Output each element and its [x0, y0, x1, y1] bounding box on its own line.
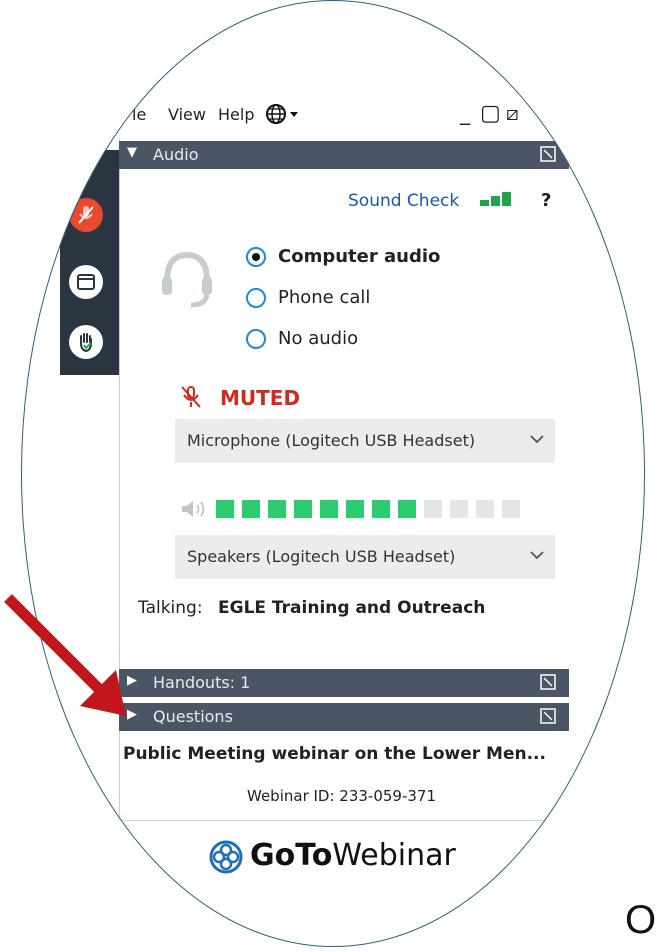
collapse-triangle-icon: ▼ — [127, 145, 137, 160]
no-audio-radio[interactable] — [246, 329, 266, 349]
divider — [119, 820, 569, 821]
talking-label: Talking: — [138, 598, 203, 618]
menu-view[interactable]: View — [168, 105, 206, 124]
audio-section-header[interactable]: ▼ Audio — [119, 141, 569, 169]
oval-frame: le View Help _ ▢ ⧄ ✕ ▼ Audio Sound Check… — [21, 0, 645, 947]
brand-bold: GoTo — [250, 838, 333, 873]
help-button[interactable]: ? — [541, 190, 551, 211]
level-segment — [242, 500, 260, 518]
speaker-volume-icon — [182, 501, 205, 517]
screen-viewer-button[interactable] — [69, 265, 103, 299]
hand-icon — [80, 333, 92, 353]
gotowebinar-wordmark: GoToWebinar — [250, 838, 456, 873]
phone-call-radio[interactable] — [246, 288, 266, 308]
computer-audio-label[interactable]: Computer audio — [278, 246, 440, 267]
raise-hand-button[interactable] — [69, 325, 103, 359]
globe-icon — [266, 104, 298, 124]
talking-name: EGLE Training and Outreach — [218, 598, 486, 618]
level-segment — [398, 500, 416, 518]
phone-call-label[interactable]: Phone call — [278, 287, 370, 308]
sound-check-link[interactable]: Sound Check — [348, 191, 459, 211]
popout-icon[interactable] — [540, 674, 556, 690]
microphone-muted-icon — [78, 206, 94, 224]
speakers-select-value: Speakers (Logitech USB Headset) — [187, 547, 456, 566]
menu-help[interactable]: Help — [218, 105, 254, 124]
level-segment — [502, 500, 520, 518]
menu-file[interactable]: le — [132, 105, 146, 124]
microphone-select[interactable]: Microphone (Logitech USB Headset) — [175, 419, 555, 463]
language-globe-button[interactable] — [265, 103, 301, 130]
speakers-select[interactable]: Speakers (Logitech USB Headset) — [175, 535, 555, 579]
microphone-muted-icon — [181, 386, 201, 408]
level-segment — [424, 500, 442, 518]
questions-section-header[interactable]: ▶ Questions — [119, 703, 569, 731]
level-segment — [320, 500, 338, 518]
chevron-down-icon — [530, 435, 544, 444]
questions-section-label: Questions — [153, 707, 233, 726]
window-icon — [77, 274, 95, 290]
popout-icon[interactable] — [540, 146, 556, 162]
handouts-section-label: Handouts: 1 — [153, 673, 251, 692]
microphone-select-value: Microphone (Logitech USB Headset) — [187, 431, 476, 450]
level-segment — [450, 500, 468, 518]
level-segment — [216, 500, 234, 518]
level-segment — [268, 500, 286, 518]
no-audio-label[interactable]: No audio — [278, 328, 358, 349]
webinar-id: Webinar ID: 233-059-371 — [247, 787, 437, 805]
audio-section-label: Audio — [153, 145, 199, 164]
popout-button[interactable]: ⧄ — [506, 101, 519, 125]
level-segment — [294, 500, 312, 518]
red-arrow-annotation — [4, 594, 126, 716]
close-button[interactable]: ✕ — [536, 101, 553, 125]
handouts-section-header[interactable]: ▶ Handouts: 1 — [119, 669, 569, 697]
maximize-button[interactable]: ▢ — [480, 101, 501, 126]
level-segment — [346, 500, 364, 518]
level-segment — [372, 500, 390, 518]
headset-icon — [162, 251, 212, 308]
brand-light: Webinar — [332, 838, 456, 873]
corner-text: O — [625, 898, 657, 942]
muted-status: MUTED — [220, 386, 301, 410]
popout-icon[interactable] — [540, 708, 556, 724]
webinar-title: Public Meeting webinar on the Lower Men.… — [123, 744, 546, 764]
signal-bars-icon — [480, 192, 511, 206]
level-segment — [476, 500, 494, 518]
computer-audio-radio[interactable] — [246, 247, 266, 267]
minimize-button[interactable]: _ — [460, 101, 470, 125]
mute-toggle-button[interactable] — [69, 198, 103, 232]
chevron-down-icon — [530, 551, 544, 560]
gotowebinar-logo-icon — [209, 840, 243, 874]
